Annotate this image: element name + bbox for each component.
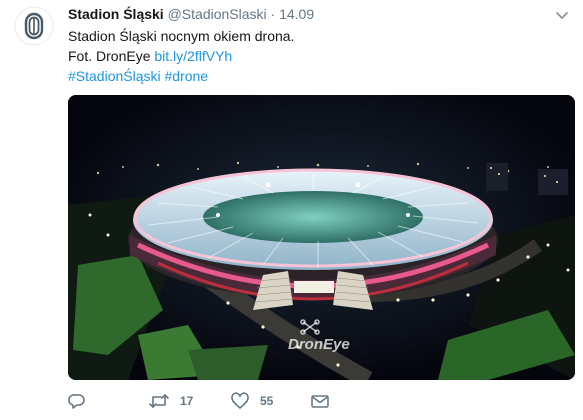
chevron-down-icon[interactable] [555, 8, 569, 19]
tweet-actions: 17 55 [68, 392, 548, 414]
tweet-text-line: Stadion Śląski nocnym okiem drona. [68, 28, 295, 44]
user-handle[interactable]: @StadionSlaski [168, 6, 267, 22]
retweet-count: 17 [180, 394, 194, 408]
reply-button[interactable] [68, 392, 86, 410]
tweet: Stadion Śląski @StadionSlaski · 14.09 St… [0, 0, 583, 420]
avatar[interactable] [14, 6, 54, 46]
reply-icon [68, 394, 85, 409]
tweet-photo[interactable]: DronEye [68, 95, 575, 380]
stadion-slaski-logo-icon [14, 6, 54, 46]
like-count: 55 [260, 394, 274, 408]
tweet-timestamp[interactable]: 14.09 [279, 6, 314, 22]
direct-message-button[interactable] [310, 392, 330, 410]
envelope-icon [311, 395, 329, 408]
heart-icon [231, 392, 249, 409]
watermark-text: DronEye [288, 336, 350, 353]
drone-icon [300, 319, 320, 335]
tweet-header: Stadion Śląski @StadionSlaski · 14.09 [68, 6, 314, 22]
like-button[interactable]: 55 [230, 392, 273, 410]
retweet-button[interactable]: 17 [148, 392, 193, 410]
short-link[interactable]: bit.ly/2flfVYh [154, 48, 232, 64]
tweet-text-credit: Fot. DronEye bit.ly/2flfVYh [68, 46, 294, 66]
retweet-icon [149, 394, 169, 408]
photo-credit-label: Fot. DronEye [68, 48, 155, 64]
tweet-text: Stadion Śląski nocnym okiem drona. Fot. … [68, 26, 294, 86]
separator-dot: · [270, 6, 276, 22]
watermark-label: DronEye [288, 336, 350, 353]
display-name[interactable]: Stadion Śląski [68, 6, 164, 22]
hashtags-link[interactable]: #StadionŚląski #drone [68, 66, 294, 86]
